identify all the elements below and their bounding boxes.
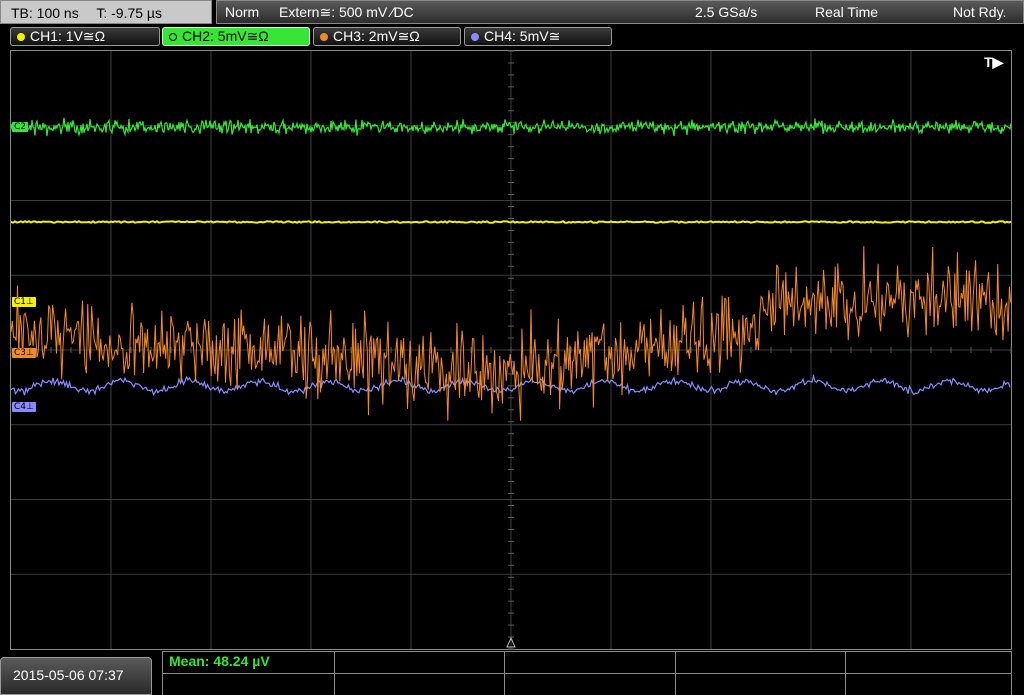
bottom-bar: 2015-05-06 07:37 Mean: 48.24 µV bbox=[0, 651, 1024, 695]
measurement-divider bbox=[845, 651, 846, 695]
datetime-box[interactable]: 2015-05-06 07:37 bbox=[0, 657, 152, 695]
measurement-divider bbox=[675, 651, 676, 695]
mean-measurement: Mean: 48.24 µV bbox=[169, 653, 270, 669]
ch1-trace bbox=[10, 220, 1012, 224]
measurement-row bbox=[163, 673, 1011, 695]
measurement-divider bbox=[334, 651, 335, 695]
measurement-row bbox=[163, 651, 1011, 673]
waveform-canvas bbox=[10, 50, 1012, 650]
ch3-offset-marker[interactable]: C3⊥ bbox=[12, 348, 36, 358]
measurement-panel[interactable]: Mean: 48.24 µV bbox=[162, 651, 1012, 695]
ch1-offset-marker[interactable]: C1⊥ bbox=[12, 297, 36, 307]
ch4-offset-marker[interactable]: C4⊥ bbox=[12, 402, 36, 412]
datetime-label: 2015-05-06 07:37 bbox=[13, 667, 124, 683]
measurement-divider bbox=[504, 651, 505, 695]
trigger-level-icon: T▶ bbox=[984, 54, 1004, 70]
ch2-offset-marker[interactable]: C2 bbox=[12, 122, 29, 132]
